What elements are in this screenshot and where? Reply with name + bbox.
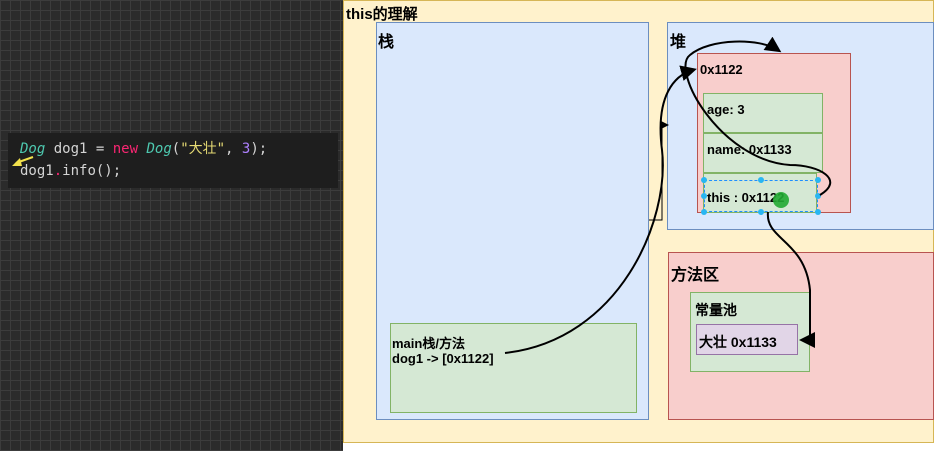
main-to-object-arrow [504,65,697,354]
this-to-object-arrow [684,36,832,196]
connector-layer [12,36,832,354]
name-to-string-arrow [766,211,815,348]
cursor-arrow-head [12,158,22,166]
cursor-highlight [773,192,789,208]
